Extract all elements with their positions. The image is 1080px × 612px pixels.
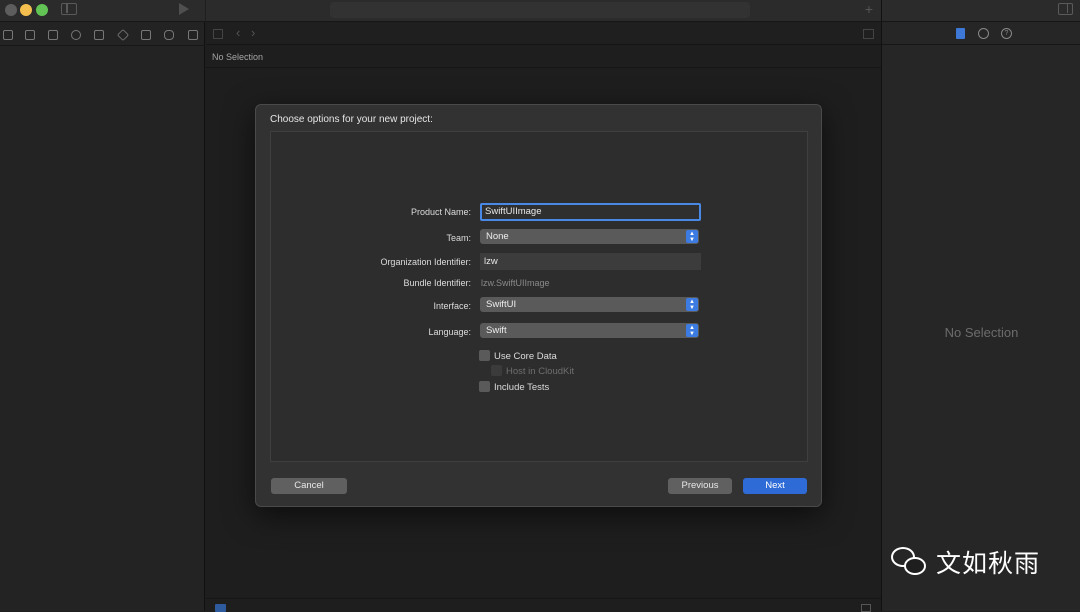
jump-bar-label: No Selection — [212, 52, 264, 62]
new-project-dialog: Choose options for your new project: Pro… — [255, 104, 822, 507]
sidebar-toggle-icon[interactable] — [61, 3, 77, 15]
hierarchy-icon[interactable] — [48, 30, 58, 40]
window-toolbar-right — [882, 0, 1080, 22]
navigator-pane — [0, 0, 205, 611]
run-icon[interactable] — [179, 3, 189, 15]
chevron-right-icon[interactable]: › — [251, 25, 255, 40]
warning-icon[interactable] — [94, 30, 104, 40]
organization-identifier-label: Organization Identifier: — [380, 257, 471, 267]
team-label: Team: — [446, 233, 471, 243]
cancel-button[interactable]: Cancel — [271, 478, 347, 494]
team-value: None — [486, 231, 509, 242]
chevron-up-down-icon: ▲ ▼ — [686, 298, 698, 311]
watermark-text: 文如秋雨 — [936, 550, 1041, 578]
file-inspector-icon[interactable] — [956, 28, 965, 39]
zoom-window-button[interactable] — [36, 4, 48, 16]
bundle-identifier-label: Bundle Identifier: — [403, 278, 471, 288]
window-toolbar-left — [0, 0, 205, 22]
breakpoint-icon[interactable] — [164, 30, 174, 40]
add-icon[interactable]: + — [865, 1, 873, 17]
use-core-data-label: Use Core Data — [494, 351, 557, 362]
help-icon[interactable]: ? — [1001, 28, 1012, 39]
host-in-cloudkit-checkbox[interactable] — [491, 365, 502, 376]
window-toolbar-center: + — [206, 0, 881, 22]
chevron-up-down-icon: ▲ ▼ — [686, 230, 698, 243]
minimize-window-button[interactable] — [20, 4, 32, 16]
language-popup[interactable]: Swift ▲ ▼ — [480, 323, 699, 338]
related-items-icon[interactable] — [213, 29, 223, 39]
debug-bar — [206, 598, 881, 612]
language-label: Language: — [428, 327, 471, 337]
report-icon[interactable] — [188, 30, 198, 40]
search-icon[interactable] — [71, 30, 81, 40]
test-icon[interactable] — [116, 28, 130, 42]
use-core-data-checkbox[interactable] — [479, 350, 490, 361]
navigator-tab-bar — [0, 24, 205, 46]
inspector-toggle-icon[interactable] — [1058, 3, 1073, 15]
chevron-left-icon[interactable]: ‹ — [236, 25, 240, 40]
previous-button[interactable]: Previous — [668, 478, 732, 494]
product-name-label: Product Name: — [410, 207, 471, 217]
product-name-field[interactable]: SwiftUIImage — [480, 203, 701, 221]
options-panel: Product Name: SwiftUIImage Team: None ▲ ▼… — [270, 131, 808, 462]
include-tests-label: Include Tests — [494, 382, 550, 393]
organization-identifier-field[interactable]: lzw — [480, 253, 701, 270]
inspector-tab-bar: ? — [882, 23, 1080, 45]
chevron-up-down-icon: ▲ ▼ — [686, 324, 698, 337]
jump-bar: No Selection — [206, 46, 881, 68]
dialog-title: Choose options for your new project: — [270, 114, 433, 125]
interface-popup[interactable]: SwiftUI ▲ ▼ — [480, 297, 699, 312]
source-control-icon[interactable] — [25, 30, 35, 40]
editor-options-icon[interactable] — [863, 29, 874, 39]
editor-toolbar: ‹ › — [206, 23, 881, 45]
host-in-cloudkit-label: Host in CloudKit — [506, 366, 575, 377]
folder-icon[interactable] — [3, 30, 13, 40]
inspector-pane: ? No Selection — [881, 0, 1080, 611]
team-popup[interactable]: None ▲ ▼ — [480, 229, 699, 244]
interface-label: Interface: — [433, 301, 471, 311]
close-window-button[interactable] — [5, 4, 17, 16]
history-icon[interactable] — [978, 28, 989, 39]
language-value: Swift — [486, 325, 507, 336]
watermark: 文如秋雨 — [890, 545, 1040, 579]
inspector-empty-label: No Selection — [944, 325, 1019, 340]
debug-icon[interactable] — [141, 30, 151, 40]
next-button[interactable]: Next — [743, 478, 807, 494]
activity-viewer — [330, 2, 750, 18]
include-tests-checkbox[interactable] — [479, 381, 490, 392]
wechat-icon — [890, 545, 930, 579]
interface-value: SwiftUI — [486, 299, 517, 310]
bundle-identifier-value: lzw.SwiftUIImage — [481, 278, 550, 288]
